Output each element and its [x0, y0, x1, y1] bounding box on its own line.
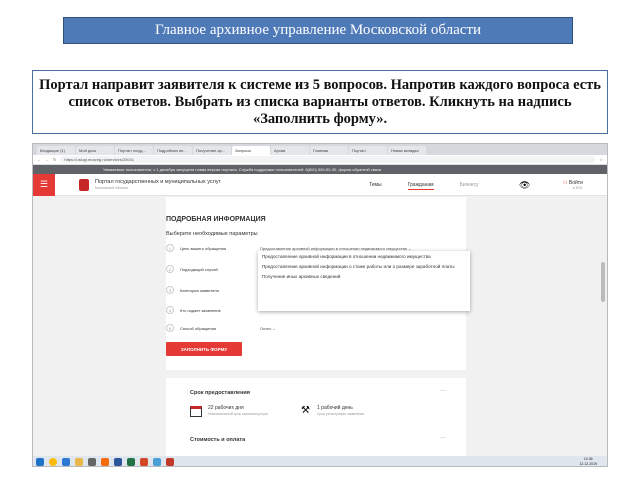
param-label: Цель вашего обращения: [180, 245, 227, 251]
nav-themes[interactable]: Темы: [369, 182, 382, 190]
browser-tab[interactable]: Портал госуд...: [115, 146, 153, 155]
star-icon[interactable]: ☆: [599, 157, 603, 162]
firefox-icon[interactable]: [101, 458, 109, 466]
windows-taskbar: 10:36 12.12.2019: [33, 456, 607, 466]
param-number: 3: [166, 286, 174, 294]
day-value: 1 рабочий день: [317, 405, 353, 411]
browser-tab[interactable]: Входящие (1): [37, 146, 75, 155]
form-subheading: Выберите необходимые параметры: [166, 231, 258, 237]
browser-tab[interactable]: Получение ар...: [193, 146, 231, 155]
excel-icon[interactable]: [127, 458, 135, 466]
chrome-icon[interactable]: [49, 458, 57, 466]
param-select[interactable]: Предоставление архивной информации в отн…: [260, 246, 411, 251]
cost-title: Стоимость и оплата: [190, 437, 246, 443]
portal-name[interactable]: Портал государственных и муниципальных у…: [95, 179, 245, 191]
browser-screenshot: Входящие (1) Мой диск Портал госуд... По…: [32, 143, 608, 467]
logo-icon[interactable]: [79, 178, 89, 191]
answer-dropdown: Предоставление архивной информации в отн…: [258, 251, 470, 311]
browser-tab[interactable]: Портал: [349, 146, 387, 155]
param-number: 2: [166, 265, 174, 273]
user-icon: ⚇: [563, 180, 568, 186]
term-title: Срок предоставления: [190, 390, 251, 396]
param-label: Категория заявителя: [180, 287, 219, 293]
param-row: 3 Категория заявителя: [166, 286, 260, 294]
more-icon[interactable]: ···: [440, 388, 446, 394]
param-label: Кто подает заявление: [180, 307, 221, 313]
scrollbar[interactable]: [601, 262, 605, 302]
ie-icon[interactable]: [62, 458, 70, 466]
powerpoint-icon[interactable]: [140, 458, 148, 466]
media-icon[interactable]: [88, 458, 96, 466]
param-row: 4 Кто подает заявление: [166, 306, 260, 314]
param-number: 5: [166, 324, 174, 332]
calendar-icon: [190, 406, 202, 417]
gavel-icon: ⚒: [301, 405, 310, 416]
clock[interactable]: 10:36 12.12.2019: [579, 457, 597, 466]
days-caption: Максимальный срок оказания услуги: [208, 412, 269, 416]
app-icon[interactable]: [153, 458, 161, 466]
form-panel: ПОДРОБНАЯ ИНФОРМАЦИЯ Выберите необходимы…: [166, 197, 470, 466]
url-field[interactable]: https://uslugi.mosreg.ru/services/20041: [60, 156, 596, 163]
form-heading: ПОДРОБНАЯ ИНФОРМАЦИЯ: [166, 216, 266, 223]
back-icon[interactable]: ←: [37, 157, 41, 162]
param-number: 1: [166, 244, 174, 252]
slide-title: Главное архивное управление Московской о…: [63, 17, 573, 44]
dropdown-option[interactable]: Предоставление архивной информации в отн…: [262, 254, 466, 260]
menu-icon[interactable]: ☰: [33, 173, 55, 196]
param-label: Способ обращения: [180, 325, 216, 331]
accessibility-eye-icon[interactable]: 👁: [519, 180, 530, 191]
login-button[interactable]: ⚇ Войти в ЕЛК: [563, 180, 583, 190]
site-header: ☰ Портал государственных и муниципальных…: [33, 173, 607, 196]
param-label: Подходящий случай: [180, 266, 218, 272]
param-select[interactable]: Лично ⌄: [260, 326, 276, 331]
days-value: 22 рабочих дня: [208, 405, 244, 411]
start-icon[interactable]: [36, 458, 44, 466]
browser-tab[interactable]: Архив: [271, 146, 309, 155]
opera-icon[interactable]: [166, 458, 174, 466]
browser-tab-strip: Входящие (1) Мой диск Портал госуд... По…: [33, 144, 607, 155]
nav-citizens[interactable]: Гражданам: [407, 182, 434, 190]
address-bar: ← → ↻ https://uslugi.mosreg.ru/services/…: [33, 155, 607, 165]
browser-tab-active[interactable]: Запросы: [232, 146, 270, 155]
instruction-text: Портал направит заявителя к системе из 5…: [32, 70, 608, 134]
reload-icon[interactable]: ↻: [53, 157, 56, 162]
browser-tab[interactable]: Новая вкладка: [388, 146, 426, 155]
forward-icon[interactable]: →: [45, 157, 49, 162]
portal-subtitle: Московской области: [95, 185, 129, 190]
notice-banner: Уважаемые пользователи, с 1 декабря запу…: [33, 165, 607, 174]
fill-form-button[interactable]: ЗАПОЛНИТЬ ФОРМУ: [166, 342, 242, 356]
login-sublabel: в ЕЛК: [573, 186, 583, 190]
word-icon[interactable]: [114, 458, 122, 466]
nav-business[interactable]: Бизнесу: [460, 182, 479, 190]
more-icon[interactable]: ···: [440, 435, 446, 441]
day-caption: Срок регистрации заявления: [317, 412, 365, 416]
folder-icon[interactable]: [75, 458, 83, 466]
clock-date: 12.12.2019: [579, 461, 597, 466]
dropdown-option[interactable]: Предоставление архивной информации о ста…: [262, 264, 466, 270]
info-card: Срок предоставления ··· 22 рабочих дня М…: [166, 370, 466, 466]
dropdown-option[interactable]: Получение иных архивных сведений: [262, 274, 466, 280]
param-row: 2 Подходящий случай: [166, 265, 260, 273]
browser-tab[interactable]: Подробная ин...: [154, 146, 192, 155]
param-number: 4: [166, 306, 174, 314]
param-row: 5 Способ обращения Лично ⌄: [166, 324, 276, 332]
browser-tab[interactable]: Главная: [310, 146, 348, 155]
browser-tab[interactable]: Мой диск: [76, 146, 114, 155]
